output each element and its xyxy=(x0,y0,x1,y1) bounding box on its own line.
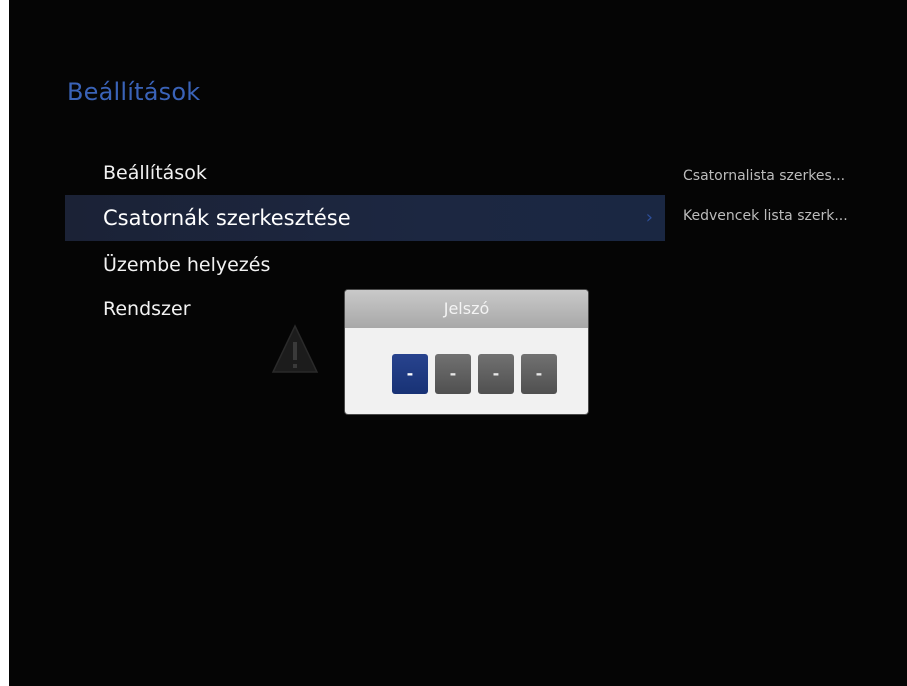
page-title: Beállítások xyxy=(67,78,201,106)
menu-item-label: Beállítások xyxy=(103,162,207,184)
pin-digit-1[interactable]: - xyxy=(392,354,428,394)
tv-screen: Beállítások Beállítások Csatornák szerke… xyxy=(9,0,907,686)
pin-digit-4[interactable]: - xyxy=(521,354,557,394)
submenu-item-channel-list[interactable]: Csatornalista szerkes... xyxy=(683,168,897,184)
dialog-title: Jelszó xyxy=(345,290,588,328)
warning-triangle-icon xyxy=(271,324,319,373)
pin-entry: - - - - xyxy=(392,354,557,394)
menu-item-settings[interactable]: Beállítások xyxy=(65,150,665,196)
menu-item-installation[interactable]: Üzembe helyezés xyxy=(65,242,665,288)
pin-digit-value: - xyxy=(535,364,543,383)
pin-digit-value: - xyxy=(492,364,500,383)
menu-item-channel-edit[interactable]: Csatornák szerkesztése › xyxy=(65,195,665,241)
menu-item-label: Rendszer xyxy=(103,298,191,320)
password-dialog: Jelszó - - - - xyxy=(345,290,588,414)
pin-digit-value: - xyxy=(406,364,414,383)
menu-item-label: Csatornák szerkesztése xyxy=(103,206,351,230)
chevron-right-icon: › xyxy=(645,207,653,228)
submenu-item-favourites-list[interactable]: Kedvencek lista szerk... xyxy=(683,208,897,224)
pin-digit-value: - xyxy=(449,364,457,383)
pin-digit-3[interactable]: - xyxy=(478,354,514,394)
pin-digit-2[interactable]: - xyxy=(435,354,471,394)
menu-item-label: Üzembe helyezés xyxy=(103,254,271,276)
